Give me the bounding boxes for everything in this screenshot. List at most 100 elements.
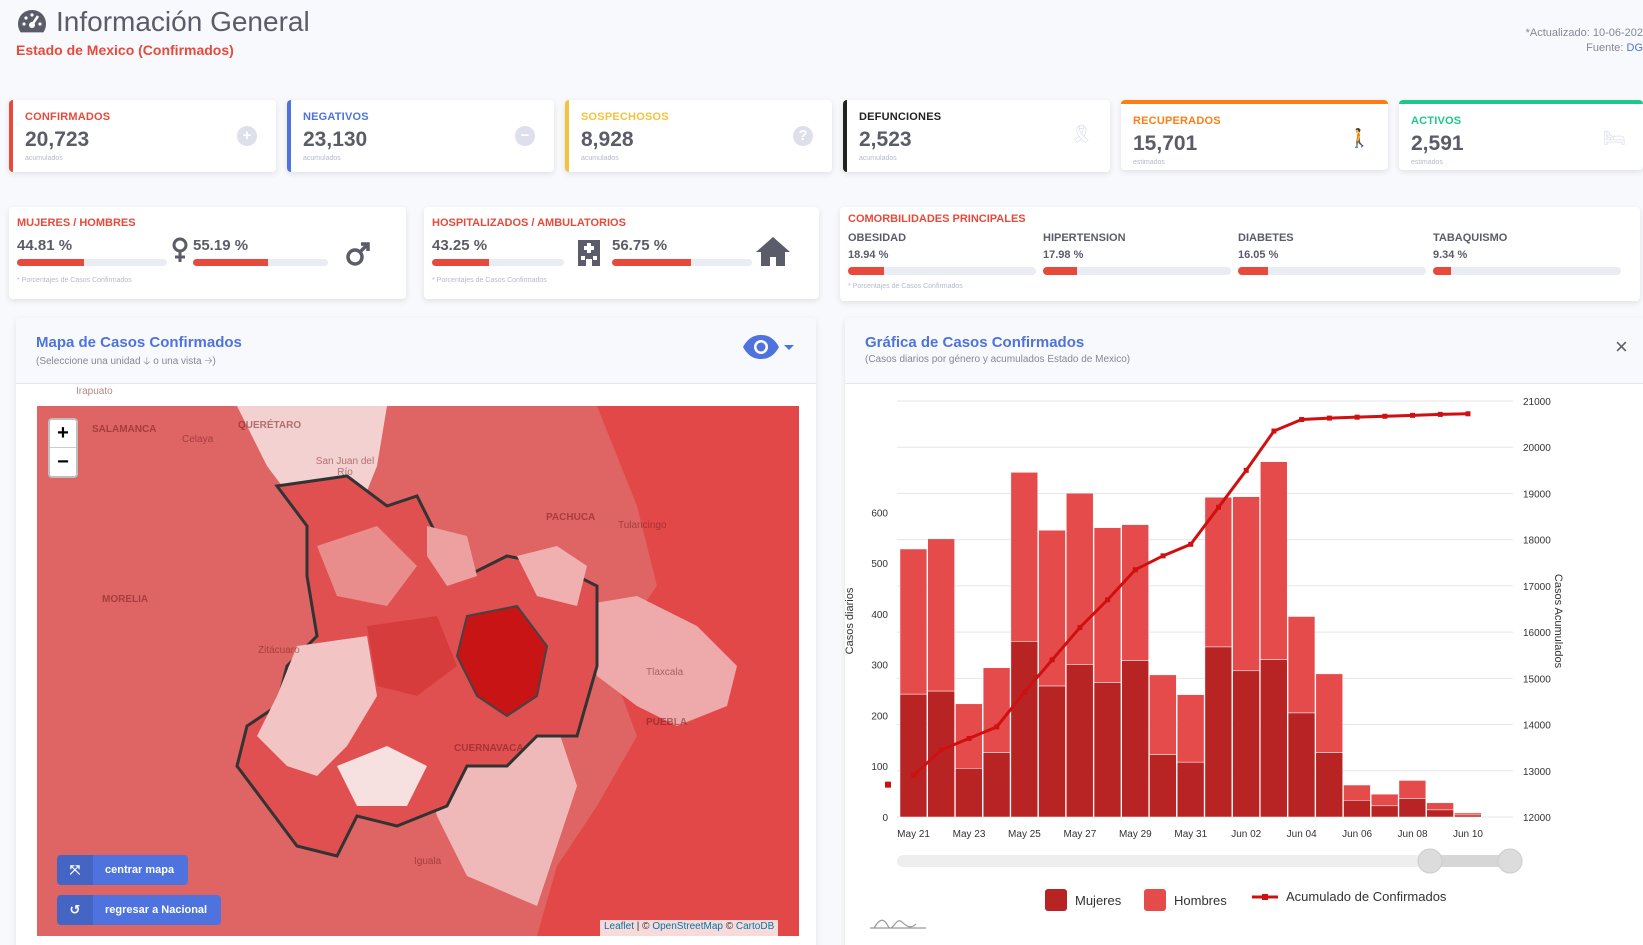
- range-slider-handle-right[interactable]: [1497, 848, 1523, 874]
- zoom-out-button[interactable]: −: [50, 448, 76, 476]
- cumulative-point[interactable]: [1077, 624, 1083, 630]
- bar-mujeres[interactable]: [899, 693, 928, 818]
- chart-panel-subtitle: (Casos diarios por género y acumulados E…: [865, 354, 1131, 365]
- y-tick-label: 0: [882, 813, 888, 824]
- hospital-card: HOSPITALIZADOS / AMBULATORIOS 43.25 % 56…: [424, 207, 819, 299]
- bar-mujeres[interactable]: [1343, 799, 1371, 818]
- range-slider-track: [897, 855, 1487, 867]
- bar-hombres[interactable]: [1121, 524, 1149, 661]
- cumulative-point[interactable]: [911, 772, 917, 778]
- cumulative-point[interactable]: [1299, 416, 1305, 422]
- cumulative-point[interactable]: [1160, 553, 1166, 559]
- bar-hombres[interactable]: [1343, 784, 1371, 801]
- bar-hombres[interactable]: [1426, 802, 1454, 811]
- bar-hombres[interactable]: [1038, 529, 1066, 687]
- x-tick-label: May 25: [1008, 829, 1041, 840]
- close-button[interactable]: ×: [1615, 334, 1628, 360]
- bar-mujeres[interactable]: [982, 752, 1011, 818]
- compress-icon: ⤧: [57, 855, 93, 885]
- center-map-button[interactable]: ⤧ centrar mapa: [57, 855, 189, 885]
- bar-mujeres[interactable]: [1260, 659, 1288, 818]
- bar-hombres[interactable]: [1093, 527, 1122, 683]
- cumulative-point[interactable]: [1382, 413, 1388, 419]
- cumulative-point[interactable]: [1243, 467, 1249, 473]
- range-slider-handle-left[interactable]: [1417, 848, 1443, 874]
- gender-title: MUJERES / HOMBRES: [17, 217, 136, 229]
- legend-label-hombres: Hombres: [1174, 892, 1227, 908]
- bar-hombres[interactable]: [899, 548, 928, 695]
- walking-icon: 🚶: [1348, 128, 1371, 148]
- bar-hombres[interactable]: [927, 538, 955, 692]
- y2-tick-label: 17000: [1523, 582, 1551, 593]
- cumulative-point[interactable]: [1465, 411, 1471, 417]
- men-pct: 55.19 %: [193, 237, 249, 254]
- bar-mujeres[interactable]: [1066, 664, 1094, 818]
- stat-card-confirmados: CONFIRMADOS 20,723 acumulados +: [9, 100, 276, 172]
- cumulative-point[interactable]: [938, 747, 944, 753]
- cumulative-point[interactable]: [1105, 597, 1111, 603]
- bar-mujeres[interactable]: [1287, 712, 1316, 818]
- y-tick-label: 600: [871, 508, 888, 519]
- bar-hombres[interactable]: [1315, 673, 1343, 753]
- cumulative-point[interactable]: [966, 735, 972, 741]
- leaflet-link[interactable]: Leaflet: [604, 921, 634, 932]
- comorbidity-pct: 9.34 %: [1433, 249, 1468, 261]
- cumulative-point[interactable]: [1215, 504, 1221, 510]
- osm-link[interactable]: OpenStreetMap: [652, 921, 723, 932]
- bar-mujeres[interactable]: [1398, 798, 1427, 818]
- y2-tick-label: 21000: [1523, 397, 1551, 408]
- bar-hombres[interactable]: [1370, 793, 1399, 807]
- bar-hombres[interactable]: [1287, 616, 1316, 714]
- zoom-in-button[interactable]: +: [50, 420, 76, 448]
- bar-mujeres[interactable]: [1093, 682, 1122, 818]
- view-dropdown[interactable]: [742, 334, 794, 360]
- cumulative-marker: [885, 781, 891, 788]
- cumulative-point[interactable]: [1132, 567, 1138, 573]
- legend-line-icon: [1252, 893, 1278, 900]
- attr-sep1: | ©: [634, 921, 653, 932]
- bar-hombres[interactable]: [1260, 461, 1288, 660]
- bar-mujeres[interactable]: [1315, 752, 1343, 818]
- bar-hombres[interactable]: [1149, 674, 1177, 755]
- cumulative-point[interactable]: [994, 724, 1000, 730]
- cumulative-point[interactable]: [1021, 689, 1027, 695]
- back-national-button[interactable]: ↺ regresar a Nacional: [57, 895, 222, 925]
- bar-mujeres[interactable]: [1454, 814, 1482, 818]
- bar-hombres[interactable]: [1176, 694, 1205, 763]
- carto-link[interactable]: CartoDB: [736, 921, 774, 932]
- comorbidity-pct: 17.98 %: [1043, 249, 1084, 261]
- comorbidity-progress: [1043, 267, 1231, 275]
- cumulative-point[interactable]: [1188, 541, 1194, 547]
- cumulative-point[interactable]: [1049, 657, 1055, 663]
- bar-mujeres[interactable]: [1370, 805, 1399, 818]
- bar-mujeres[interactable]: [1176, 761, 1205, 818]
- bar-hombres[interactable]: [1232, 496, 1260, 672]
- stat-card-negativos: NEGATIVOS 23,130 acumulados −: [287, 100, 554, 172]
- cumulative-point[interactable]: [1354, 414, 1360, 420]
- bar-mujeres[interactable]: [1426, 809, 1454, 818]
- tachometer-icon: [18, 10, 46, 33]
- legend-swatch-hombres: [1144, 889, 1166, 911]
- legend-acumulado[interactable]: Acumulado de Confirmados: [1252, 889, 1446, 904]
- cumulative-point[interactable]: [1326, 415, 1332, 421]
- bar-hombres[interactable]: [982, 667, 1011, 753]
- bar-mujeres[interactable]: [927, 690, 955, 818]
- legend-label-mujeres: Mujeres: [1075, 892, 1122, 908]
- bar-mujeres[interactable]: [1010, 641, 1039, 818]
- bar-hombres[interactable]: [1398, 780, 1427, 799]
- bar-mujeres[interactable]: [1232, 670, 1260, 818]
- cumulative-point[interactable]: [1437, 411, 1443, 417]
- bar-hombres[interactable]: [1010, 472, 1039, 642]
- cumulative-point[interactable]: [1271, 428, 1277, 434]
- bar-mujeres[interactable]: [955, 768, 983, 818]
- legend-hombres[interactable]: Hombres: [1144, 889, 1227, 911]
- legend-mujeres[interactable]: Mujeres: [1045, 889, 1121, 911]
- bar-mujeres[interactable]: [1121, 660, 1149, 818]
- bar-mujeres[interactable]: [1204, 646, 1233, 818]
- bar-mujeres[interactable]: [1149, 754, 1177, 818]
- home-icon: [756, 237, 790, 266]
- cumulative-point[interactable]: [1410, 412, 1416, 418]
- bar-hombres[interactable]: [1454, 812, 1482, 816]
- bar-mujeres[interactable]: [1038, 685, 1066, 818]
- source-link[interactable]: DG: [1627, 42, 1643, 54]
